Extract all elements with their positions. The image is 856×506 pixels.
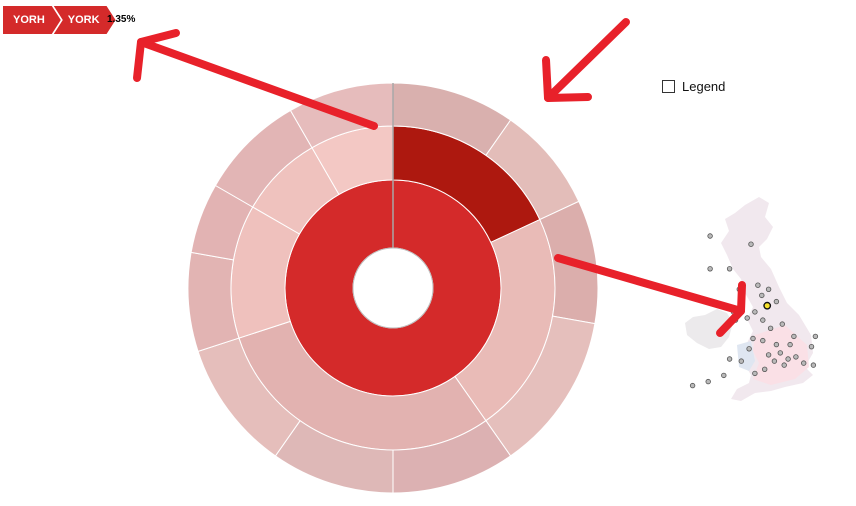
legend-label: Legend (682, 79, 726, 94)
map-site[interactable] (787, 341, 793, 348)
map-site[interactable] (781, 362, 787, 368)
map-site[interactable] (785, 356, 791, 362)
percentage-readout: 1.35% (107, 14, 136, 25)
map-site[interactable] (765, 352, 772, 358)
map-site[interactable] (779, 321, 785, 327)
breadcrumb: YORH YORK (3, 6, 109, 34)
map-site[interactable] (771, 358, 778, 364)
map-site[interactable] (726, 266, 733, 272)
legend-checkbox[interactable] (662, 80, 675, 93)
map-site[interactable] (765, 286, 772, 292)
map-site[interactable] (760, 317, 766, 323)
map-site[interactable] (730, 309, 737, 315)
sunburst-segment-l3-7[interactable] (187, 251, 240, 352)
ireland-shape (685, 309, 733, 349)
map-site[interactable] (707, 266, 713, 272)
map-site[interactable] (732, 317, 739, 323)
map-site[interactable] (760, 337, 766, 344)
breadcrumb-item[interactable]: YORH (3, 6, 61, 34)
map-site[interactable] (777, 350, 783, 356)
map-site[interactable] (755, 282, 761, 288)
map-site[interactable] (800, 360, 807, 366)
map-site[interactable] (773, 298, 780, 305)
map-site[interactable] (767, 325, 774, 331)
map-site[interactable] (726, 356, 733, 362)
uk-map (685, 197, 819, 401)
legend-toggle[interactable]: Legend (662, 79, 725, 94)
map-site[interactable] (738, 358, 744, 364)
map-site[interactable] (721, 372, 727, 379)
map-site[interactable] (812, 333, 819, 340)
sunburst-center-hole[interactable] (352, 247, 434, 329)
map-site[interactable] (759, 292, 765, 299)
map-site[interactable] (793, 354, 799, 360)
map-site[interactable] (808, 343, 815, 350)
map-site[interactable] (791, 333, 797, 340)
map-site[interactable] (705, 378, 711, 385)
map-site[interactable] (773, 341, 780, 348)
map-site[interactable] (752, 309, 758, 315)
map-site[interactable] (736, 286, 743, 292)
map-site[interactable] (746, 346, 752, 352)
map-site-selected[interactable] (763, 301, 772, 310)
map-site[interactable] (689, 382, 696, 389)
map-site[interactable] (810, 362, 817, 368)
map-site[interactable] (761, 366, 768, 372)
map-site[interactable] (750, 335, 756, 342)
map-site[interactable] (752, 370, 758, 377)
map-site[interactable] (707, 233, 713, 239)
map-site[interactable] (748, 241, 754, 247)
map-site[interactable] (744, 315, 750, 321)
